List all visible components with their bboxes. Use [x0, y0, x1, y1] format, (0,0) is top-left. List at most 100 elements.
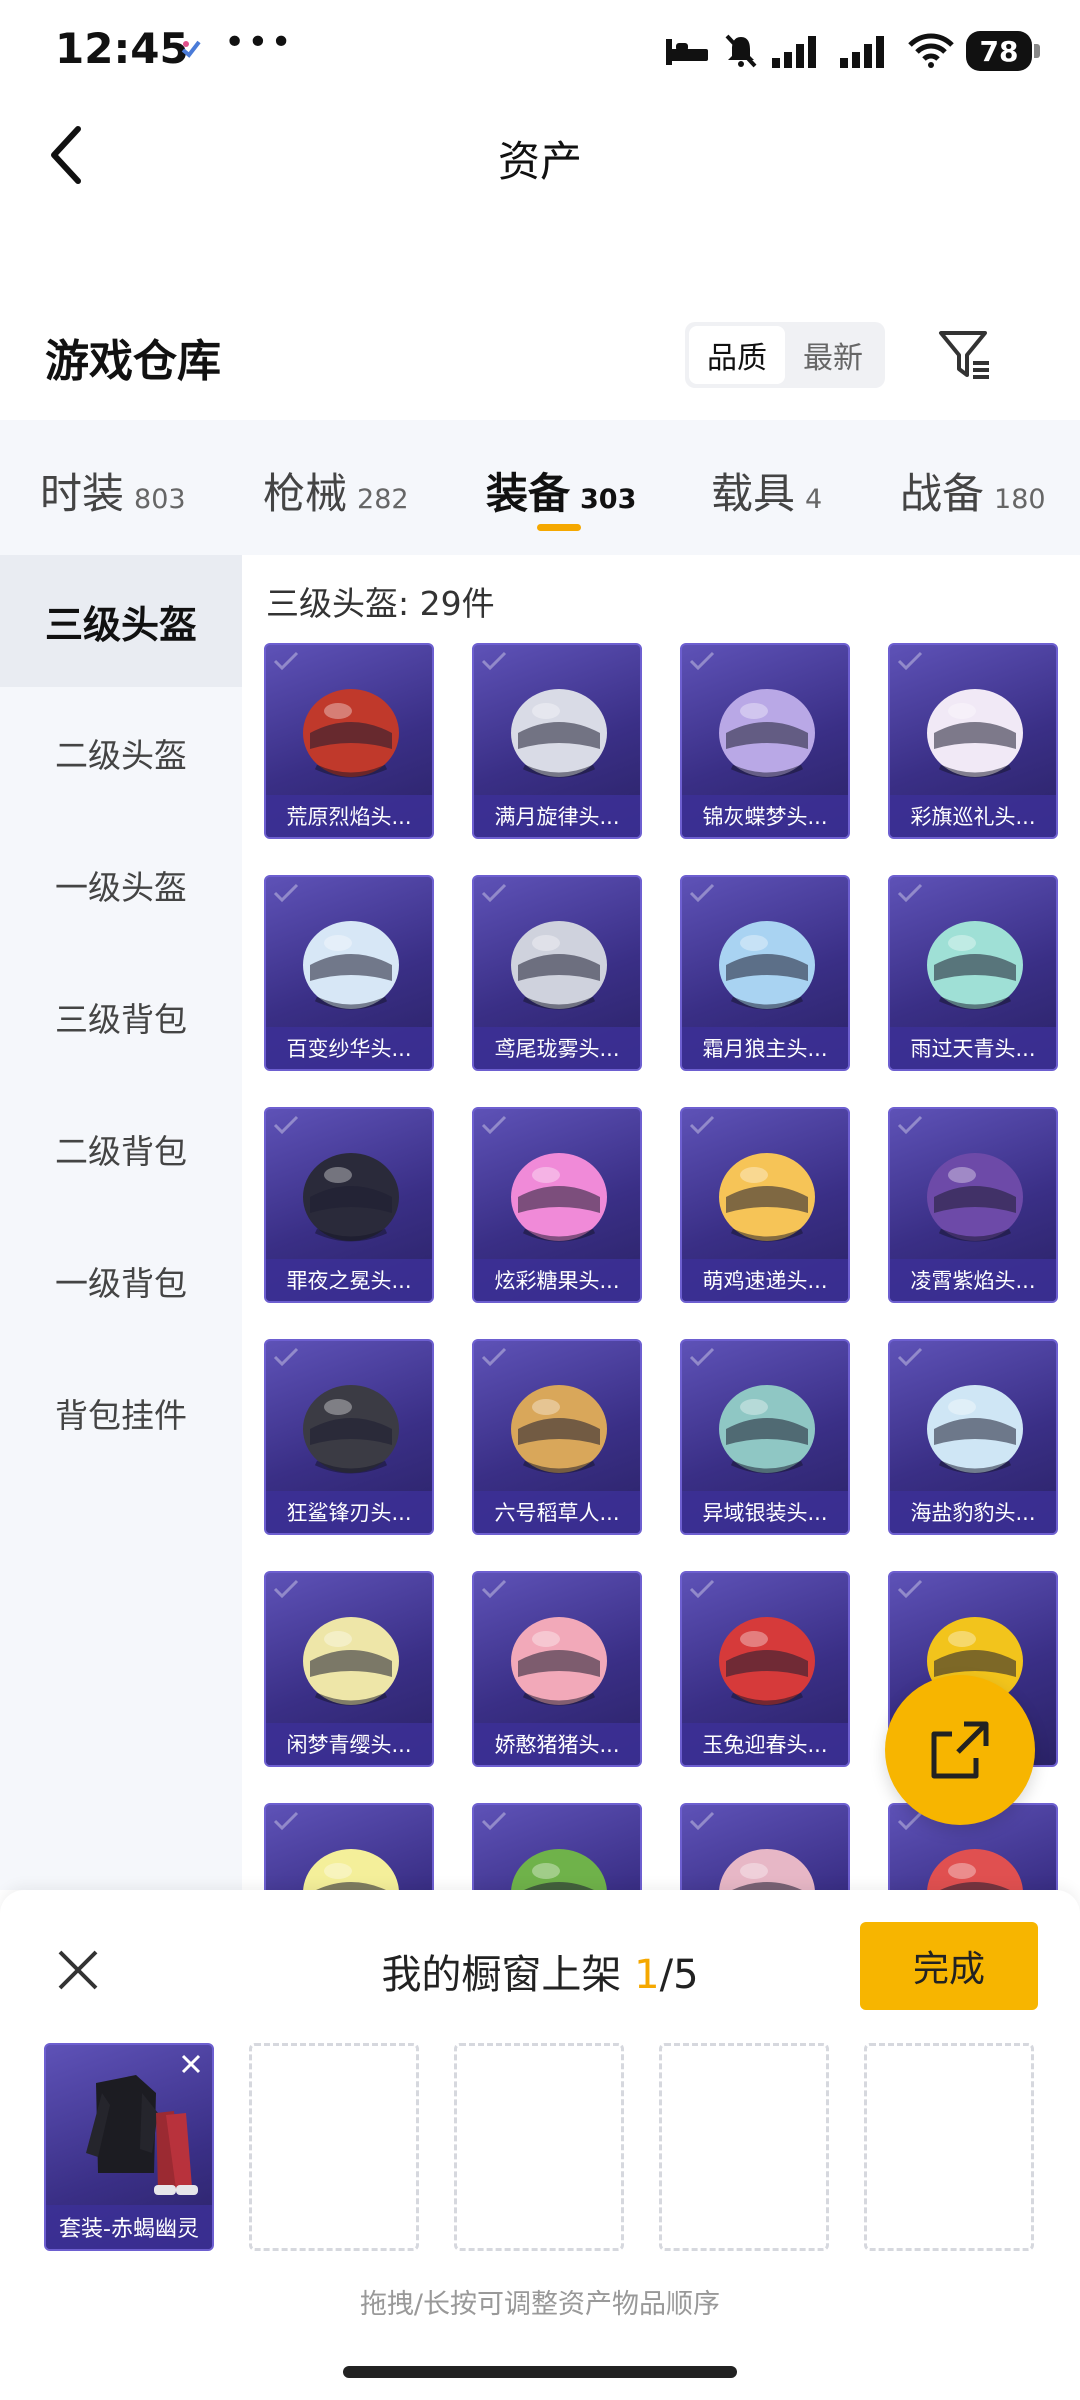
- tab-count: 4: [805, 484, 823, 515]
- item-card[interactable]: [472, 1803, 642, 1890]
- item-card[interactable]: [264, 1803, 434, 1890]
- item-card[interactable]: 炫彩糖果头...: [472, 1107, 642, 1303]
- item-card[interactable]: 闲梦青缨头...: [264, 1571, 434, 1767]
- showcase-slots: 套装-赤蝎幽灵: [44, 2043, 1034, 2251]
- item-card[interactable]: 狂鲨锋刃头...: [264, 1339, 434, 1535]
- status-time: 12:45: [55, 24, 189, 73]
- signal-icon-1: [772, 36, 816, 68]
- tab-label: 载具: [711, 469, 796, 518]
- item-name: 荒原烈焰头...: [266, 795, 432, 837]
- item-card[interactable]: 萌鸡速递头...: [680, 1107, 850, 1303]
- helmet-image: [474, 1823, 640, 1890]
- showcase-title-prefix: 我的橱窗上架: [381, 1952, 635, 1998]
- battery-cap: [1034, 44, 1040, 58]
- item-card[interactable]: 满月旋律头...: [472, 643, 642, 839]
- helmet-image: [266, 1127, 432, 1263]
- filter-button[interactable]: [930, 322, 1000, 388]
- item-card[interactable]: [680, 1803, 850, 1890]
- sidebar-item-level3-helmet[interactable]: 三级头盔: [0, 555, 242, 687]
- item-card[interactable]: 鸢尾珑雾头...: [472, 875, 642, 1071]
- sidebar-item-level2-backpack[interactable]: 二级背包: [0, 1083, 242, 1215]
- helmet-image: [682, 1127, 848, 1263]
- item-card[interactable]: 异域银装头...: [680, 1339, 850, 1535]
- helmet-image: [474, 1359, 640, 1495]
- item-card[interactable]: 百变纱华头...: [264, 875, 434, 1071]
- helmet-image: [890, 1823, 1056, 1890]
- helmet-image: [682, 1591, 848, 1727]
- reorder-hint: 拖拽/长按可调整资产物品顺序: [359, 2289, 721, 2320]
- bed-icon: [666, 39, 708, 65]
- helmet-image: [266, 1591, 432, 1727]
- home-indicator[interactable]: [343, 2366, 737, 2378]
- item-name: 彩旗巡礼头...: [890, 795, 1056, 837]
- helmet-image: [266, 663, 432, 799]
- tab-count: 803: [134, 484, 186, 515]
- item-name: 锦灰蝶梦头...: [682, 795, 848, 837]
- sidebar-item-level2-helmet[interactable]: 二级头盔: [0, 687, 242, 819]
- battery-level: 78: [979, 34, 1019, 68]
- item-card[interactable]: 霜月狼主头...: [680, 875, 850, 1071]
- sort-option-quality[interactable]: 品质: [689, 326, 785, 384]
- item-card[interactable]: 娇憨猪猪头...: [472, 1571, 642, 1767]
- status-indicators: 78: [664, 26, 1040, 76]
- item-card[interactable]: 罪夜之冕头...: [264, 1107, 434, 1303]
- tab-fashion[interactable]: 时装 803: [40, 460, 186, 521]
- helmet-image: [682, 1823, 848, 1890]
- tab-combat-supplies[interactable]: 战备 180: [900, 460, 1046, 521]
- done-button[interactable]: 完成: [860, 1922, 1038, 2010]
- mute-icon: [725, 34, 757, 68]
- tab-count: 180: [994, 484, 1046, 515]
- sort-option-newest[interactable]: 最新: [785, 326, 881, 384]
- helmet-image: [890, 895, 1056, 1031]
- share-icon: [931, 1721, 989, 1779]
- showcase-slot-filled[interactable]: 套装-赤蝎幽灵: [44, 2043, 214, 2251]
- helmet-image: [474, 663, 640, 799]
- battery-indicator: 78: [966, 31, 1032, 71]
- tab-vehicles[interactable]: 载具 4: [711, 460, 822, 521]
- item-name: 满月旋律头...: [474, 795, 640, 837]
- helmet-image: [890, 663, 1056, 799]
- item-card[interactable]: 雨过天青头...: [888, 875, 1058, 1071]
- item-name: 玉兔迎春头...: [682, 1723, 848, 1765]
- item-card[interactable]: 玉兔迎春头...: [680, 1571, 850, 1767]
- item-card[interactable]: 荒原烈焰头...: [264, 643, 434, 839]
- item-name: 霜月狼主头...: [682, 1027, 848, 1069]
- tab-firearms[interactable]: 枪械 282: [263, 460, 409, 521]
- helmet-image: [474, 895, 640, 1031]
- sidebar-item-level3-backpack[interactable]: 三级背包: [0, 951, 242, 1083]
- item-name: 海盐豹豹头...: [890, 1491, 1056, 1533]
- helmet-image: [682, 1359, 848, 1495]
- sidebar-item-level1-backpack[interactable]: 一级背包: [0, 1215, 242, 1347]
- sort-toggle: 品质 最新: [685, 322, 885, 388]
- item-card[interactable]: 锦灰蝶梦头...: [680, 643, 850, 839]
- item-name: 六号稻草人...: [474, 1491, 640, 1533]
- item-name: 雨过天青头...: [890, 1027, 1056, 1069]
- helmet-image: [266, 1359, 432, 1495]
- sidebar-item-level1-helmet[interactable]: 一级头盔: [0, 819, 242, 951]
- tab-equipment[interactable]: 装备 303: [486, 460, 636, 521]
- item-name: 百变纱华头...: [266, 1027, 432, 1069]
- showcase-count-total: /5: [659, 1952, 699, 1998]
- showcase-slot-empty[interactable]: [454, 2043, 624, 2251]
- item-name: 闲梦青缨头...: [266, 1723, 432, 1765]
- item-name: 鸢尾珑雾头...: [474, 1027, 640, 1069]
- tab-label: 装备: [486, 469, 571, 518]
- showcase-slot-empty[interactable]: [864, 2043, 1034, 2251]
- item-card[interactable]: 彩旗巡礼头...: [888, 643, 1058, 839]
- category-tab-bar: 时装 803 枪械 282 装备 303 载具 4 战备 180: [0, 420, 1080, 555]
- more-notifications-icon: •••: [224, 22, 294, 63]
- showcase-slot-empty[interactable]: [249, 2043, 419, 2251]
- sidebar-item-backpack-charm[interactable]: 背包挂件: [0, 1347, 242, 1479]
- tab-label: 枪械: [263, 469, 348, 518]
- item-name: 娇憨猪猪头...: [474, 1723, 640, 1765]
- item-card[interactable]: 六号稻草人...: [472, 1339, 642, 1535]
- tab-label: 战备: [900, 469, 985, 518]
- tab-label: 时装: [40, 469, 125, 518]
- share-button[interactable]: [885, 1675, 1035, 1825]
- helmet-image: [890, 1127, 1056, 1263]
- item-name: 炫彩糖果头...: [474, 1259, 640, 1301]
- item-name: 凌霄紫焰头...: [890, 1259, 1056, 1301]
- item-card[interactable]: 海盐豹豹头...: [888, 1339, 1058, 1535]
- item-card[interactable]: 凌霄紫焰头...: [888, 1107, 1058, 1303]
- showcase-slot-empty[interactable]: [659, 2043, 829, 2251]
